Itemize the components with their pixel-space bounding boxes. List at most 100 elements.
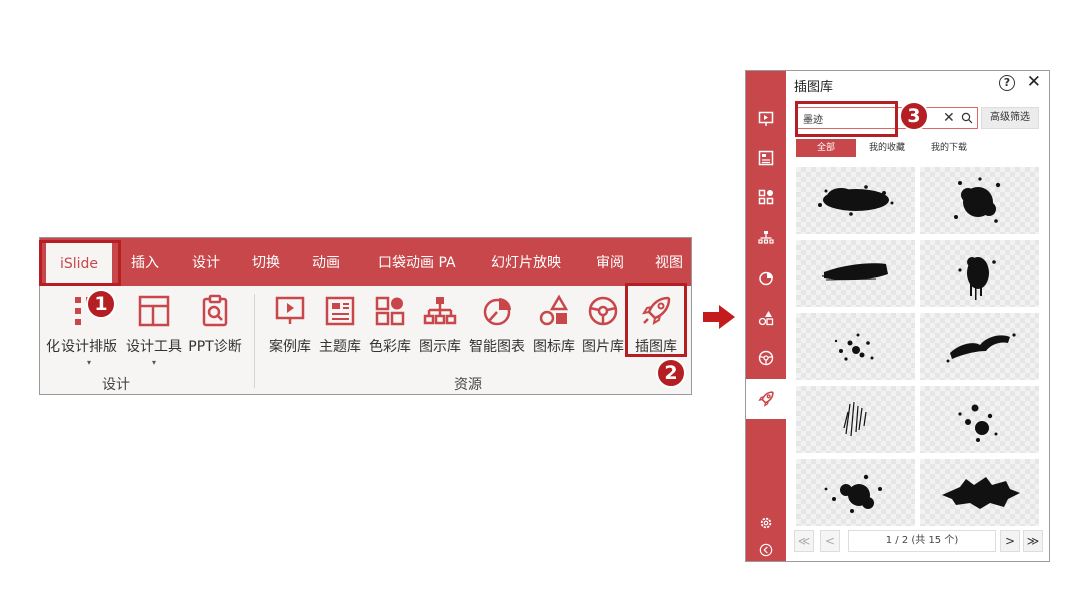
tab-animations[interactable]: 动画	[312, 238, 340, 286]
sidebar-item-diagram-library[interactable]	[746, 218, 786, 258]
illustration-thumbnail[interactable]	[920, 167, 1039, 234]
ribbon-button-label: 智能图表	[469, 339, 525, 355]
ribbon-button-label: 设计工具	[126, 339, 182, 355]
ribbon-tab-bar: iSlide 插入 设计 切换 动画 口袋动画 PA 幻灯片放映 审阅 视图	[40, 238, 691, 286]
sidebar-item-theme-library[interactable]	[746, 138, 786, 178]
ppt-diagnosis-button[interactable]: PPT诊断	[185, 294, 245, 356]
design-tools-button[interactable]: 设计工具 ▾	[122, 294, 186, 367]
case-library-icon	[758, 111, 774, 126]
clear-search-icon[interactable]: ✕	[943, 108, 955, 128]
pagination: ≪ < 1 / 2 (共 15 个) > ≫	[794, 530, 1043, 554]
advanced-filter-button[interactable]: 高级筛选	[981, 107, 1039, 129]
color-library-button[interactable]: 色彩库	[366, 294, 414, 356]
clipboard-search-icon	[202, 294, 228, 327]
tab-slideshow[interactable]: 幻灯片放映	[491, 238, 561, 286]
prev-page-button[interactable]: <	[820, 530, 840, 552]
illustration-thumbnail[interactable]	[796, 313, 915, 380]
illustration-thumbnail[interactable]	[920, 313, 1039, 380]
illustration-thumbnail[interactable]	[796, 459, 915, 526]
picture-library-button[interactable]: 图片库	[579, 294, 627, 356]
picture-library-icon	[758, 350, 774, 366]
color-palette-icon	[375, 296, 405, 326]
ink-brush-stroke-image	[821, 263, 888, 281]
illustration-thumbnail[interactable]	[920, 459, 1039, 526]
ink-dots-image	[834, 333, 874, 361]
ribbon-button-label: 图标库	[533, 339, 575, 355]
case-library-button[interactable]: 案例库	[266, 294, 314, 356]
theme-library-icon	[758, 150, 774, 166]
ribbon-toolbar: iSlide 插入 设计 切换 动画 口袋动画 PA 幻灯片放映 审阅 视图 化…	[39, 237, 692, 395]
smart-chart-icon	[759, 271, 773, 286]
ink-scratch-image	[843, 401, 867, 437]
ink-brush-stroke-image	[946, 333, 1016, 363]
illustration-thumbnail[interactable]	[920, 386, 1039, 453]
sidebar-item-collapse[interactable]	[746, 530, 786, 561]
group-label-resources: 资源	[454, 377, 482, 393]
illustration-thumbnail[interactable]	[796, 386, 915, 453]
tab-insert[interactable]: 插入	[131, 238, 159, 286]
settings-icon	[760, 517, 772, 529]
sidebar-item-illustration-library[interactable]	[746, 379, 786, 419]
right-arrow-icon	[703, 305, 735, 329]
tab-pocket-animation[interactable]: 口袋动画 PA	[378, 238, 456, 286]
step-badge-1: 1	[86, 289, 116, 319]
filter-tab-downloads[interactable]: 我的下载	[920, 139, 978, 157]
icon-library-button[interactable]: 图标库	[530, 294, 578, 356]
step-badge-2: 2	[656, 358, 686, 388]
sidebar-item-picture-library[interactable]	[746, 338, 786, 378]
page-indicator: 1 / 2 (共 15 个)	[848, 530, 996, 552]
sidebar-item-icon-library[interactable]	[746, 298, 786, 338]
illustration-thumbnail[interactable]	[920, 240, 1039, 307]
ink-splash-image	[954, 177, 1001, 223]
help-icon[interactable]: ?	[999, 75, 1015, 91]
next-page-button[interactable]: >	[1000, 530, 1020, 552]
ink-splash-image	[958, 404, 998, 442]
tab-design[interactable]: 设计	[192, 238, 220, 286]
illustration-thumbnail[interactable]	[796, 240, 915, 307]
presentation-board-icon	[275, 296, 305, 324]
search-icon[interactable]	[961, 112, 973, 124]
step-badge-3: 3	[899, 101, 929, 131]
group-separator	[254, 294, 255, 388]
sidebar-item-color-library[interactable]	[746, 177, 786, 217]
ink-splash-image	[818, 185, 894, 216]
filter-tab-all[interactable]: 全部	[796, 139, 856, 157]
last-page-button[interactable]: ≫	[1023, 530, 1043, 552]
illustration-thumbnail[interactable]	[796, 167, 915, 234]
diagram-library-button[interactable]: 图示库	[416, 294, 464, 356]
ribbon-button-label: 色彩库	[369, 339, 411, 355]
panel-sidebar	[746, 71, 786, 561]
aperture-icon	[588, 296, 618, 326]
tab-transitions[interactable]: 切换	[252, 238, 280, 286]
illustration-library-panel: 插图库 ? ✕ ✕ 高级筛选 全部 我的收藏 我的下载	[745, 70, 1050, 562]
dropdown-caret-icon: ▾	[151, 358, 156, 367]
ribbon-button-label: 设计排版	[61, 339, 117, 355]
close-icon[interactable]: ✕	[1027, 72, 1041, 92]
panel-content: 插图库 ? ✕ ✕ 高级筛选 全部 我的收藏 我的下载	[786, 71, 1049, 561]
dropdown-caret-icon: ▾	[86, 358, 91, 367]
ink-splash-image	[958, 257, 996, 300]
icon-library-icon	[758, 311, 774, 326]
theme-library-button[interactable]: 主题库	[316, 294, 364, 356]
ribbon-body: 化 设计排版 ▾ 设计工具 ▾ PPT诊断 案例库 主题库 色彩库 图示库 智能…	[40, 286, 691, 394]
org-chart-icon	[423, 297, 457, 325]
color-library-icon	[758, 189, 774, 205]
filter-tab-favorites[interactable]: 我的收藏	[858, 139, 916, 157]
group-label-design: 设计	[102, 377, 130, 393]
first-page-button[interactable]: ≪	[794, 530, 814, 552]
illustration-library-icon	[758, 391, 774, 407]
sidebar-item-case-library[interactable]	[746, 99, 786, 139]
highlight-box-islide-tab	[39, 240, 121, 286]
tab-view[interactable]: 视图	[655, 238, 683, 286]
theme-document-icon	[325, 296, 355, 326]
tab-review[interactable]: 审阅	[596, 238, 624, 286]
sidebar-item-smart-chart[interactable]	[746, 258, 786, 298]
diagram-library-icon	[758, 231, 774, 244]
window-layout-icon	[138, 295, 170, 327]
ribbon-button-label: 案例库	[269, 339, 311, 355]
pie-chart-icon	[483, 298, 511, 326]
ink-splash-image	[942, 477, 1020, 509]
ribbon-button-label: PPT诊断	[188, 339, 242, 355]
shapes-icon	[539, 294, 569, 326]
smart-chart-button[interactable]: 智能图表	[466, 294, 528, 356]
